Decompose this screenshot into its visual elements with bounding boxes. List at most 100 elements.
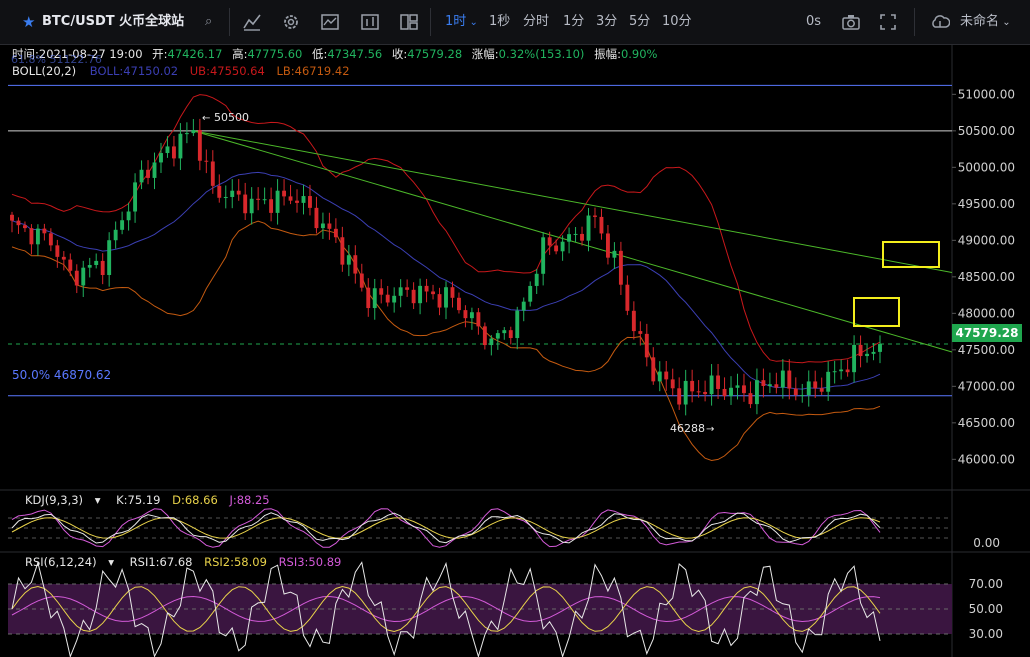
indicators-icon[interactable]	[242, 12, 262, 32]
interval-1m[interactable]: 1分	[563, 0, 584, 44]
price-tick-label: 49500.00	[958, 197, 1015, 211]
candle-body	[424, 285, 429, 292]
interval-1h-active[interactable]: 1时 ⌄	[445, 0, 478, 44]
candle-body	[42, 228, 47, 234]
candle-body	[107, 240, 112, 276]
candle-body	[819, 388, 824, 392]
candle-body	[690, 380, 695, 392]
interval-10m[interactable]: 10分	[662, 0, 692, 44]
candle-body	[696, 391, 701, 393]
candle-body	[508, 330, 513, 339]
trendline-upper	[193, 130, 953, 273]
candlestick-chart[interactable]: 51000.00 50500.00 50000.00 49500.00 49000.00…	[0, 44, 1030, 657]
candle-body	[599, 216, 604, 234]
candle-body	[10, 214, 14, 221]
candle-body	[735, 385, 740, 388]
candle-body	[767, 384, 772, 386]
interval-timeshare[interactable]: 分时	[523, 0, 549, 44]
candle-body	[683, 380, 688, 405]
kdj-j-line	[11, 508, 881, 548]
boll-legend[interactable]: BOLL(20,2) BOLL:47150.02 UB:47550.64 LB:…	[12, 64, 350, 78]
candle-body	[256, 198, 261, 200]
candle-body	[593, 215, 597, 217]
candle-body	[670, 379, 675, 389]
kdj-k-line	[11, 512, 881, 544]
symbol-search-icon[interactable]: ⌕	[205, 0, 212, 44]
candle-body	[223, 196, 228, 198]
candle-body	[346, 255, 351, 265]
candle-body	[463, 310, 468, 319]
candle-body	[495, 333, 500, 339]
candle-body	[444, 287, 448, 308]
candle-body	[61, 256, 66, 260]
candle-body	[800, 395, 805, 397]
price-tick-label: 48000.00	[958, 306, 1015, 320]
layout-icon[interactable]	[399, 12, 419, 32]
candle-body	[754, 380, 759, 405]
candle-body	[29, 228, 34, 245]
boll-mid-value: BOLL:47150.02	[90, 64, 178, 78]
candle-body	[534, 273, 539, 286]
candle-body	[677, 388, 682, 405]
candle-body	[35, 228, 40, 245]
candle-body	[431, 291, 435, 295]
rsi-legend[interactable]: RSI(6,12,24) ▾ RSI1:67.68 RSI2:58.09 RSI…	[25, 555, 341, 569]
candle-body	[612, 250, 617, 258]
low-marker-label: 46288	[670, 422, 705, 435]
candle-body	[761, 380, 766, 386]
boll-lower-band	[11, 220, 881, 462]
price-tick-label: 47000.00	[958, 379, 1015, 393]
candle-body	[16, 220, 21, 226]
chart-type-icon[interactable]	[320, 12, 340, 32]
candle-body	[618, 250, 623, 285]
layout-name[interactable]: 未命名 ⌄	[960, 0, 1011, 44]
rsi3-value: RSI3:50.89	[279, 555, 342, 569]
candle-body	[113, 229, 118, 241]
depth-chart-icon[interactable]	[360, 12, 380, 32]
boll-legend-title: BOLL(20,2)	[12, 64, 76, 78]
trendline-lower	[193, 130, 953, 353]
candle-body	[308, 196, 312, 208]
camera-icon[interactable]	[841, 12, 861, 32]
favorite-star-icon[interactable]: ★	[22, 0, 35, 44]
settings-gear-icon[interactable]	[281, 12, 301, 32]
last-price-value: 47579.28	[955, 326, 1018, 340]
candle-body	[482, 326, 487, 346]
price-tick-label: 50500.00	[958, 124, 1015, 138]
countdown: 0s	[806, 14, 822, 29]
candle-body	[826, 371, 831, 392]
candle-body	[418, 285, 423, 304]
interval-1s[interactable]: 1秒	[489, 0, 510, 44]
kdj-legend[interactable]: KDJ(9,3,3) ▾ K:75.19 D:68.66 J:88.25	[25, 493, 270, 507]
candle-body	[282, 190, 287, 197]
candle-body	[878, 344, 882, 352]
candle-body	[586, 215, 591, 241]
candle-body	[806, 381, 811, 396]
fib-618-label: 61.8% 51122.76	[11, 53, 102, 66]
candle-body	[469, 312, 474, 319]
candle-body	[703, 391, 708, 395]
candles-layer	[10, 118, 882, 416]
candle-body	[573, 233, 578, 235]
candle-body	[605, 233, 610, 258]
candle-body	[787, 370, 792, 389]
bar-open: 47426.17	[168, 47, 223, 61]
interval-3m[interactable]: 3分	[596, 0, 617, 44]
candle-body	[385, 294, 390, 303]
candle-body	[560, 241, 565, 252]
candle-body	[852, 344, 857, 373]
symbol-title[interactable]: BTC/USDT 火币全球站	[42, 0, 184, 44]
interval-5m[interactable]: 5分	[629, 0, 650, 44]
candle-body	[411, 289, 416, 304]
candle-body	[165, 146, 170, 154]
kdj-d-value: D:68.66	[172, 493, 218, 507]
fullscreen-icon[interactable]	[878, 12, 898, 32]
cloud-save-icon[interactable]	[930, 12, 950, 32]
candle-body	[217, 185, 222, 198]
candle-body	[230, 190, 235, 197]
candle-body	[249, 198, 254, 214]
candle-body	[152, 162, 157, 178]
candle-body	[262, 199, 267, 201]
candle-body	[657, 371, 662, 382]
candle-body	[210, 161, 215, 186]
